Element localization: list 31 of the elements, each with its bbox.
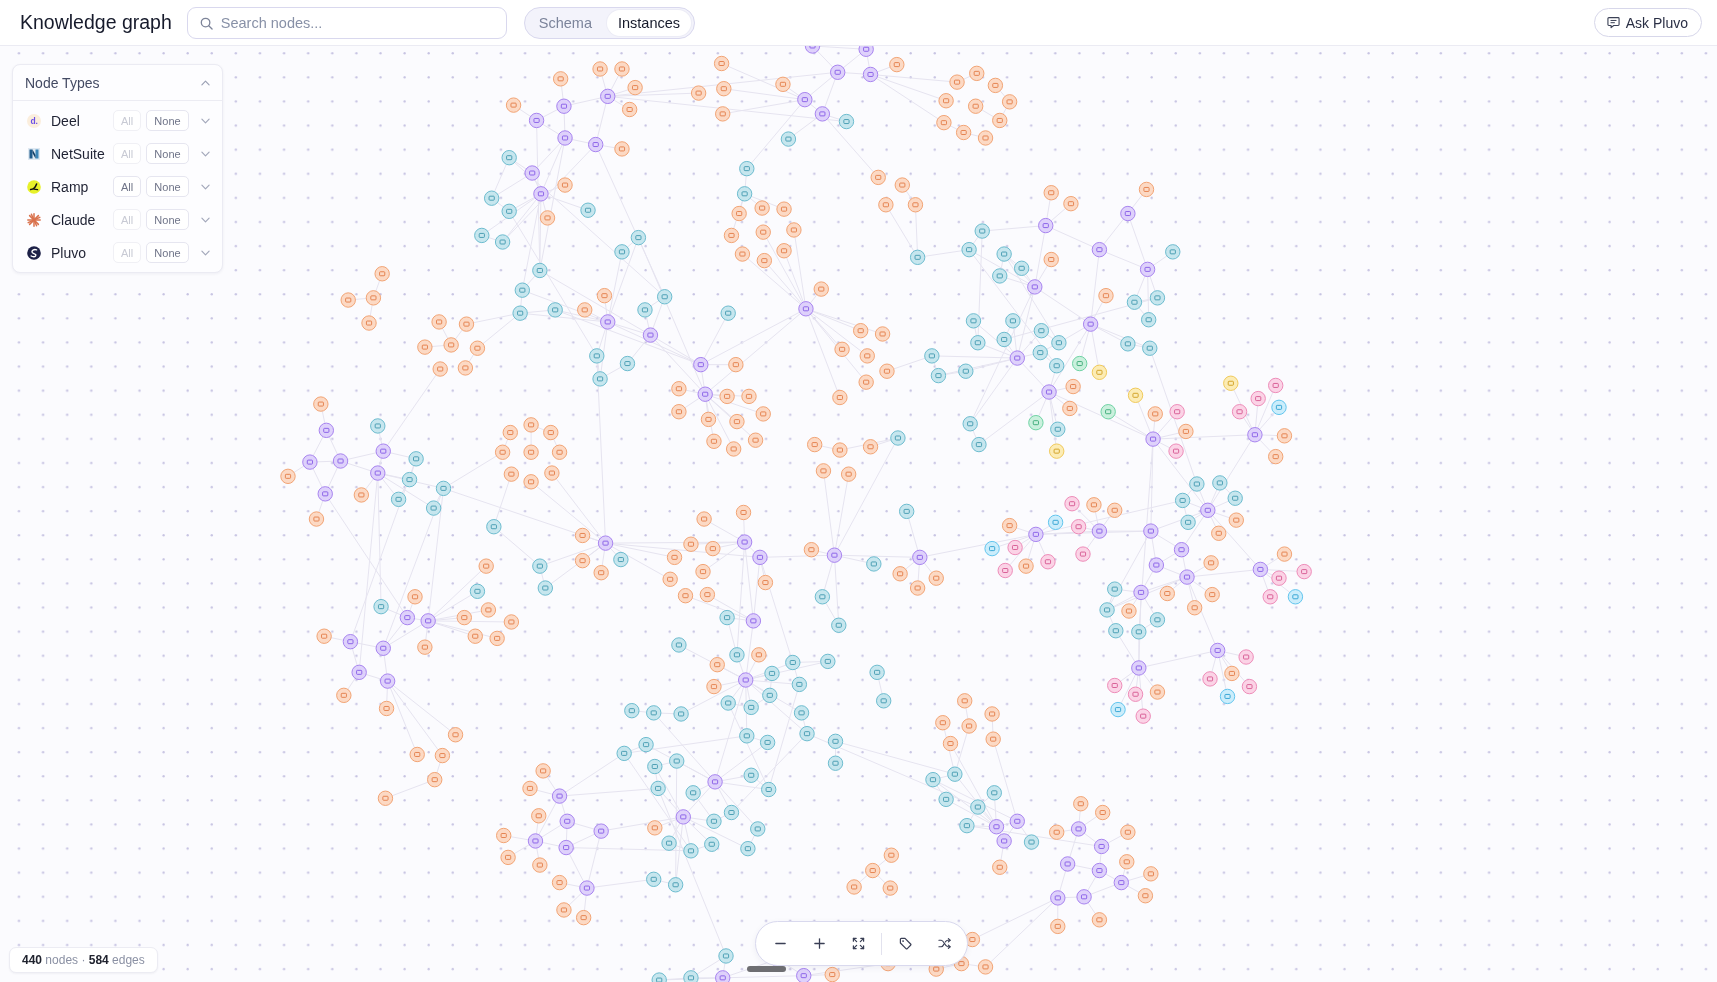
filter-button[interactable]: None xyxy=(146,110,189,131)
chevron-down-icon xyxy=(200,117,210,124)
node-type-name: Ramp xyxy=(51,178,90,195)
panel-title: Node Types xyxy=(25,74,100,91)
chevron-down-icon xyxy=(200,249,210,256)
chevron-down-icon xyxy=(200,216,210,223)
letter-logo-icon: d. xyxy=(27,113,41,128)
starburst-icon xyxy=(27,212,41,227)
node-type-name: Claude xyxy=(51,211,97,228)
ask-button[interactable]: Ask Pluvo xyxy=(1593,8,1702,37)
search-icon xyxy=(199,16,213,30)
view-tab[interactable]: Instances xyxy=(607,9,692,36)
search-field[interactable]: Search nodes... xyxy=(186,6,507,39)
chevron-down-icon xyxy=(200,150,210,157)
chevron-down-icon xyxy=(200,183,210,190)
square-logo-icon xyxy=(27,146,41,161)
chat-icon xyxy=(1606,16,1620,29)
swirl-logo-icon xyxy=(27,245,41,260)
page-title: Knowledge graph xyxy=(20,11,172,34)
node-type-name: NetSuite xyxy=(51,145,106,162)
filter-button[interactable]: None xyxy=(146,242,189,263)
filter-button[interactable]: None xyxy=(146,176,189,197)
chevron-up-icon xyxy=(200,79,210,86)
filter-button[interactable]: None xyxy=(146,209,189,230)
graph-stats: 440 nodes · 584 edges xyxy=(9,947,158,973)
circle-logo-icon xyxy=(27,179,41,194)
filter-button[interactable]: None xyxy=(146,143,189,164)
node-type-name: Pluvo xyxy=(51,244,88,261)
node-type-name: Deel xyxy=(51,112,81,129)
filter-button[interactable]: All xyxy=(113,176,141,197)
view-tab[interactable]: Schema xyxy=(527,9,603,36)
